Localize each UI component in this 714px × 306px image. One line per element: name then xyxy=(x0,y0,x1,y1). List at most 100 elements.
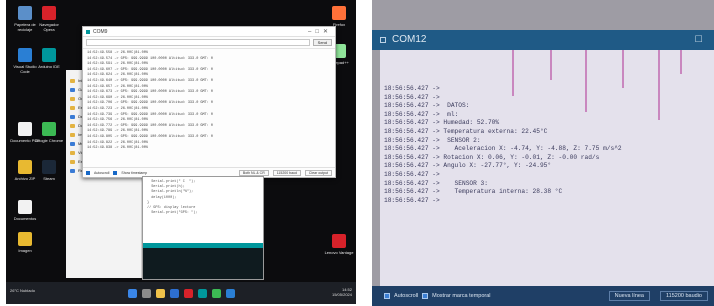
desktop-icon-label: Arduino IDE xyxy=(38,64,60,69)
edge-icon[interactable] xyxy=(169,288,179,298)
arduino-icon xyxy=(86,30,90,34)
app-icon xyxy=(18,48,32,62)
photo-log-line: 18:56:56.427 -> xyxy=(384,93,440,101)
photo-log-line: 18:56:56.427 -> Temperatura externa: 22.… xyxy=(384,127,548,135)
photo-log-line: 18:56:56.427 -> Humedad: 52.70% xyxy=(384,119,500,127)
serial-monitor-photo: COM12 □ 18:56:56.427 -> 18:56:56.427 -> 18… xyxy=(372,0,714,306)
photo-window-titlebar: COM12 □ xyxy=(372,30,714,50)
folder-icon xyxy=(70,114,75,119)
folder-icon xyxy=(70,159,75,164)
folder-icon xyxy=(70,168,75,173)
folder-icon xyxy=(70,78,75,83)
photo-log-line: 18:56:56.427 -> SENSOR 2: xyxy=(384,136,481,144)
folder-icon xyxy=(70,96,75,101)
screen-glare xyxy=(622,50,624,88)
desktop-icon[interactable]: Navegador Opera xyxy=(34,6,64,32)
photo-log-line: 18:56:56.427 -> ml: xyxy=(384,110,459,118)
desktop-icon-label: Archivo ZIP xyxy=(14,176,36,181)
desktop-icon-label: Lenovo Vantage xyxy=(324,250,354,255)
app-icon xyxy=(18,6,32,20)
photo-log-line: 18:56:56.427 -> xyxy=(384,85,440,92)
weather-text: 26°C Nublado xyxy=(10,288,35,293)
serial-log-line: 14:52:49.838 -> 26.00C|81.00% xyxy=(87,146,148,151)
photo-log-line: 18:56:56.427 -> xyxy=(384,196,440,204)
arduino-ide-window: Serial.print(" C "); Serial.print(h); Se… xyxy=(142,176,264,280)
system-tray-clock[interactable]: 14:52 15/05/2024 xyxy=(332,287,352,297)
photo-log-lines: 18:56:56.427 -> 18:56:56.427 -> 18:56:56.4… xyxy=(384,85,622,205)
window-icon xyxy=(380,37,386,43)
code-line: Serial.print("GPS: "); xyxy=(147,211,198,216)
weather-widget[interactable]: 26°C Nublado xyxy=(10,288,35,293)
folder-icon xyxy=(70,141,75,146)
clear-output-button[interactable]: Clear output xyxy=(304,169,332,176)
autoscroll-label: Autoscroll xyxy=(94,170,110,175)
baud-select[interactable]: 115200 baud xyxy=(272,169,301,176)
code-editor[interactable]: Serial.print(" C "); Serial.print(h); Se… xyxy=(143,177,263,219)
app-icon xyxy=(42,160,56,174)
desktop-icon[interactable]: Firefox xyxy=(324,6,354,27)
folder-icon xyxy=(70,123,75,128)
photo-autoscroll-checkbox[interactable] xyxy=(384,293,390,299)
desktop-icon[interactable]: Documentos xyxy=(10,200,40,221)
folder-icon xyxy=(70,132,75,137)
photo-log-line: 18:56:56.427 -> Temperatura interna: 28.… xyxy=(384,188,563,196)
folder-icon xyxy=(70,105,75,110)
photo-window-title: COM12 xyxy=(392,34,427,45)
search-icon[interactable] xyxy=(141,288,151,298)
autoscroll-checkbox[interactable] xyxy=(86,170,90,175)
serial-monitor-window: COM9 –□✕ Send 14:52:49.558 -> 26.00C|81.… xyxy=(82,26,336,178)
app-icon xyxy=(42,6,56,20)
vscode-icon[interactable] xyxy=(225,288,235,298)
opera-icon[interactable] xyxy=(183,288,193,298)
taskbar: 26°C Nublado 14:52 15/05/2024 xyxy=(6,282,356,304)
desktop-icon[interactable]: Steam xyxy=(34,160,64,181)
desktop-icon-label: Imagen xyxy=(18,248,32,253)
photo-log-line: 18:56:56.427 -> xyxy=(384,170,440,178)
app-icon xyxy=(332,6,346,20)
photo-line-ending-select[interactable]: Nueva línea xyxy=(608,291,650,301)
serial-output: 14:52:49.558 -> 26.00C|81.00% 14:52:49.57… xyxy=(83,49,335,165)
photo-timestamp-label: Mostrar marca temporal xyxy=(432,293,491,299)
desktop-icon[interactable]: Lenovo Vantage xyxy=(324,234,354,255)
file-explorer-icon[interactable] xyxy=(155,288,165,298)
arduino-taskbar-icon[interactable] xyxy=(197,288,207,298)
send-button[interactable]: Send xyxy=(312,39,332,46)
photo-log-line: 18:56:56.427 -> DATOS: xyxy=(384,102,470,110)
desktop-icon-label: Navegador Opera xyxy=(39,22,59,32)
photo-log-line: 18:56:56.427 -> Rotacion X: 0.06, Y: -0.… xyxy=(384,153,600,161)
ide-console xyxy=(143,243,263,279)
photo-serial-output: 18:56:56.427 -> 18:56:56.427 -> 18:56:56.4… xyxy=(380,50,714,286)
minimize-icon[interactable]: □ xyxy=(695,33,702,45)
screen-glare xyxy=(658,50,660,120)
photo-autoscroll-label: Autoscroll xyxy=(394,293,419,299)
photo-status-bar: Autoscroll Mostrar marca temporal Nueva … xyxy=(372,286,714,306)
app-icon xyxy=(18,200,32,214)
desktop-icon[interactable]: Google Chrome xyxy=(34,122,64,143)
desktop-icon-label: Documentos xyxy=(13,216,37,221)
desktop-icon[interactable]: Imagen xyxy=(10,232,40,253)
folder-icon xyxy=(70,87,75,92)
photo-log-line: 18:56:56.427 -> Aceleracion X: -4.74, Y:… xyxy=(384,145,622,153)
send-row: Send xyxy=(83,37,335,49)
desktop-icon-label: Google Chrome xyxy=(34,138,64,143)
app-icon xyxy=(18,122,32,136)
timestamp-checkbox[interactable] xyxy=(113,170,118,175)
chrome-icon[interactable] xyxy=(211,288,221,298)
clock-date: 15/05/2024 xyxy=(331,292,352,297)
start-icon[interactable] xyxy=(127,288,137,298)
desktop-icon[interactable]: Arduino IDE xyxy=(34,48,64,69)
window-controls: –□✕ xyxy=(308,29,332,35)
photo-timestamp-checkbox[interactable] xyxy=(422,293,429,299)
serial-monitor-titlebar: COM9 –□✕ xyxy=(83,27,335,37)
serial-monitor-title: COM9 xyxy=(93,29,108,35)
app-icon xyxy=(42,122,56,136)
ide-console-header xyxy=(143,243,263,248)
app-icon xyxy=(18,160,32,174)
app-icon xyxy=(18,232,32,246)
desktop-screenshot: Papelera de reciclaje Navegador Opera Visu… xyxy=(6,0,356,304)
line-ending-select[interactable]: Both NL & CR xyxy=(238,169,269,176)
send-input[interactable] xyxy=(86,39,310,46)
app-icon xyxy=(42,48,56,62)
photo-baud-select[interactable]: 115200 baudio xyxy=(660,291,708,301)
app-icon xyxy=(332,234,346,248)
